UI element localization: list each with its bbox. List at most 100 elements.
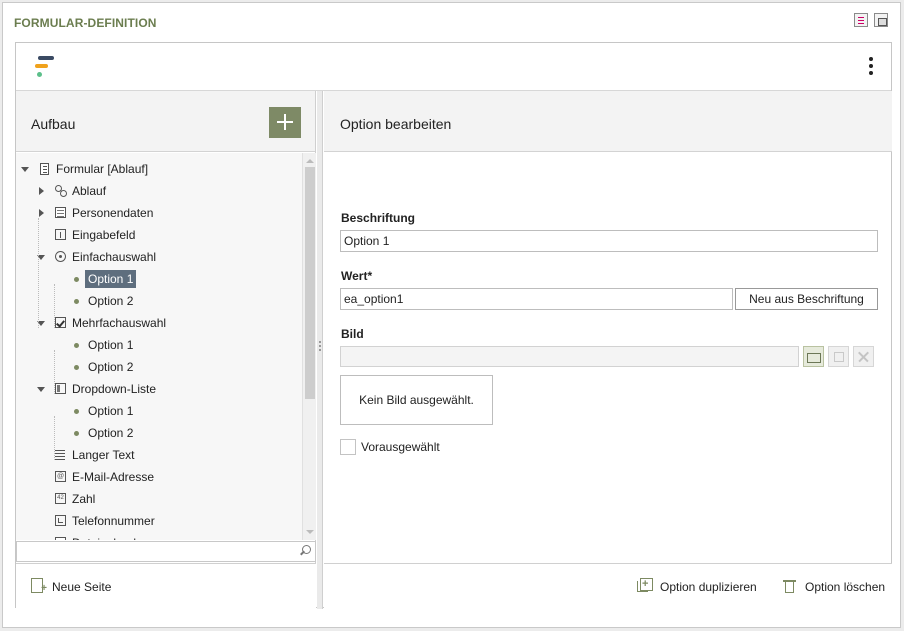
trash-icon (783, 578, 796, 593)
form-definition-window: FORMULAR-DEFINITION Aufbau Formular [Abl… (2, 2, 901, 628)
tree-node[interactable]: Formular [Ablauf] (16, 158, 302, 180)
maximize-icon[interactable] (874, 13, 888, 27)
tree-node[interactable]: Option 1 (16, 400, 302, 422)
tree-node-label: Option 2 (88, 294, 134, 308)
tree-node[interactable]: Dropdown-Liste (16, 378, 302, 400)
edit-option-footer: Option duplizieren Option löschen (324, 563, 892, 609)
tree-node-label: Dropdown-Liste (72, 382, 157, 396)
tree-node-label: Option 2 (88, 426, 134, 440)
edit-option-header: Option bearbeiten (324, 91, 892, 152)
remove-image-icon[interactable] (853, 346, 874, 367)
structure-header: Aufbau (16, 91, 315, 152)
duplicate-option-label: Option duplizieren (660, 580, 757, 594)
new-page-icon (31, 578, 47, 597)
window-title: FORMULAR-DEFINITION (14, 16, 157, 30)
expand-right-icon[interactable] (37, 180, 47, 202)
panel-splitter[interactable] (317, 91, 323, 609)
radio-icon (55, 251, 66, 262)
tree-node-label: Telefonnummer (72, 514, 155, 528)
tree-node-label: Option 1 (85, 270, 137, 288)
tree-node[interactable]: Option 1 (16, 268, 302, 290)
bullet-icon (74, 431, 79, 436)
workflow-icon (55, 185, 67, 197)
form-icon (40, 163, 49, 175)
tree-node[interactable]: Ablauf (16, 180, 302, 202)
table-icon (55, 207, 66, 218)
edit-option-title: Option bearbeiten (340, 116, 452, 132)
bullet-icon (74, 409, 79, 414)
preselected-label[interactable]: Vorausgewählt (361, 440, 440, 454)
search-icon[interactable] (299, 545, 311, 557)
list-icon (55, 383, 66, 394)
tree-scrollbar[interactable] (302, 153, 316, 540)
tree-node-label: Option 1 (88, 404, 134, 418)
tree-node-label: Zahl (72, 492, 96, 506)
bullet-icon (74, 277, 79, 282)
phone-icon (55, 515, 66, 526)
tree-node-label: Eingabefeld (72, 228, 136, 242)
edit-option-panel: Option bearbeiten Beschriftung Option 1 … (324, 91, 892, 609)
tree-node[interactable]: Option 1 (16, 334, 302, 356)
replace-image-icon[interactable] (828, 346, 849, 367)
scroll-up-icon[interactable] (305, 156, 315, 166)
tree-node-label: Dateiupload (72, 532, 136, 540)
tree-node[interactable]: Eingabefeld (16, 224, 302, 246)
generate-from-caption-button[interactable]: Neu aus Beschriftung (735, 288, 878, 310)
top-bar (16, 43, 891, 91)
new-page-label: Neue Seite (52, 580, 112, 594)
tree-node[interactable]: 42 Zahl (16, 488, 302, 510)
delete-option-label: Option löschen (805, 580, 886, 594)
scroll-down-icon[interactable] (305, 527, 315, 537)
tree-node[interactable]: Dateiupload (16, 532, 302, 540)
tree-node-label: Einfachauswahl (72, 250, 157, 264)
structure-tree: Formular [Ablauf] Ablauf Personendaten Eing… (16, 153, 316, 540)
tree-node[interactable]: Option 2 (16, 290, 302, 312)
preselected-checkbox[interactable] (340, 439, 356, 455)
caption-input[interactable]: Option 1 (340, 230, 878, 252)
tree-node[interactable]: Einfachauswahl (16, 246, 302, 268)
value-label: Wert* (341, 269, 373, 283)
structure-panel: Aufbau Formular [Ablauf] Ablauf Personenda… (16, 91, 316, 609)
add-element-button[interactable] (269, 107, 301, 138)
email-icon (55, 466, 66, 488)
table-icon (55, 537, 66, 540)
duplicate-icon (637, 576, 653, 593)
structure-footer: Neue Seite (16, 563, 316, 609)
tree-node[interactable]: Option 2 (16, 356, 302, 378)
text-icon (55, 449, 66, 460)
number-icon: 42 (55, 493, 66, 504)
structure-title: Aufbau (31, 116, 76, 132)
expand-down-icon[interactable] (21, 158, 31, 180)
tree-guide-line (54, 416, 55, 460)
tree-node[interactable]: Option 2 (16, 422, 302, 444)
tree-node-label: E-Mail-Adresse (72, 470, 155, 484)
checkbox-icon (55, 317, 66, 328)
document-icon[interactable] (854, 13, 868, 27)
tree-search-input[interactable] (16, 541, 316, 562)
tree-node[interactable]: E-Mail-Adresse (16, 466, 302, 488)
tree-node-label: Personendaten (72, 206, 154, 220)
bullet-icon (74, 365, 79, 370)
image-preview: Kein Bild ausgewählt. (340, 375, 493, 425)
app-logo (34, 56, 56, 80)
editor-panel: Aufbau Formular [Ablauf] Ablauf Personenda… (15, 42, 892, 609)
value-input[interactable]: ea_option1 (340, 288, 733, 310)
open-folder-icon[interactable] (803, 346, 824, 367)
expand-down-icon[interactable] (37, 378, 47, 400)
tree-guide-line (38, 218, 39, 328)
window-controls (854, 13, 888, 27)
bullet-icon (74, 299, 79, 304)
tree-node[interactable]: Langer Text (16, 444, 302, 466)
tree-node-label: Ablauf (72, 184, 107, 198)
tree-node[interactable]: Personendaten (16, 202, 302, 224)
tree-node-label: Option 2 (88, 360, 134, 374)
more-menu-icon[interactable] (867, 57, 875, 79)
scrollbar-thumb[interactable] (305, 167, 315, 399)
tree-guide-line (54, 350, 55, 394)
image-path-input[interactable] (340, 346, 799, 367)
tree-node[interactable]: Telefonnummer (16, 510, 302, 532)
tree-node-label: Option 1 (88, 338, 134, 352)
image-label: Bild (341, 327, 364, 341)
tree-node[interactable]: Mehrfachauswahl (16, 312, 302, 334)
bullet-icon (74, 343, 79, 348)
